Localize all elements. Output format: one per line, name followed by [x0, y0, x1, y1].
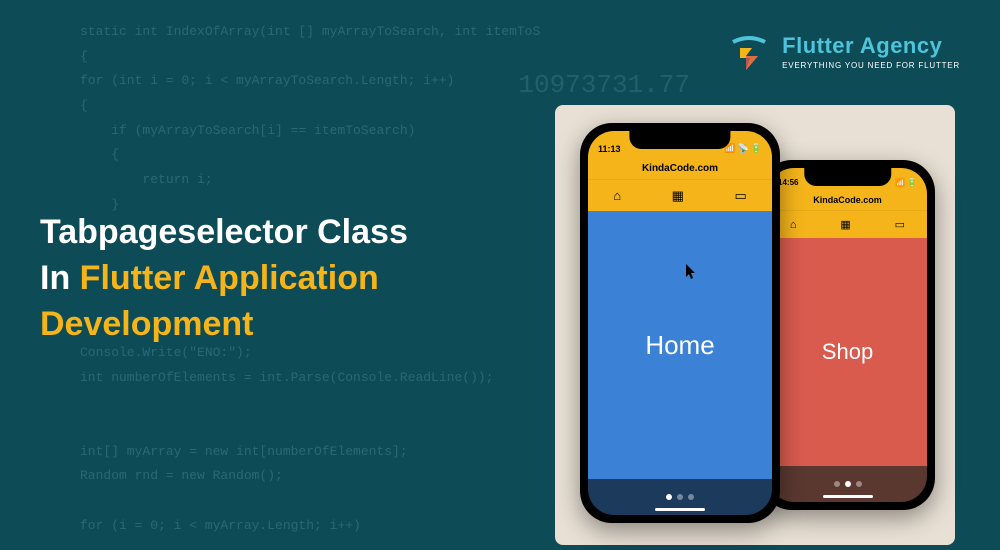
status-icons: 📶 🔋 — [895, 178, 917, 187]
headline-line-2-gold: Flutter Application — [80, 259, 379, 297]
page-dots — [834, 481, 862, 487]
page-dot[interactable] — [856, 481, 862, 487]
phone-notch — [804, 168, 891, 186]
page-dot[interactable] — [677, 494, 683, 500]
home-icon[interactable]: ⌂ — [790, 219, 797, 231]
status-time: 11:13 — [598, 144, 621, 154]
status-icons: 📶 📡 🔋 — [724, 143, 762, 154]
app-title-bar: KindaCode.com — [768, 190, 927, 210]
background-floating-number: 10973731.77 — [518, 70, 690, 100]
home-indicator — [655, 508, 705, 511]
signal-icon: 📶 — [895, 178, 905, 187]
card-icon[interactable]: ▭ — [895, 218, 905, 231]
page-dot[interactable] — [688, 494, 694, 500]
tab-content-shop: Shop — [768, 238, 927, 466]
page-indicator-bar — [588, 479, 772, 515]
page-indicator-bar — [768, 466, 927, 502]
calendar-icon[interactable]: ▦ — [672, 188, 684, 204]
page-dot[interactable] — [834, 481, 840, 487]
phone-mockup-home: 11:13 📶 📡 🔋 KindaCode.com ⌂ ▦ ▭ Home — [580, 123, 780, 523]
brand-logo: Flutter Agency EVERYTHING YOU NEED FOR F… — [728, 30, 960, 72]
tab-bar: ⌂ ▦ ▭ — [768, 210, 927, 238]
main-headline: Tabpageselector Class In Flutter Applica… — [40, 210, 408, 348]
brand-title: Flutter Agency — [782, 33, 960, 59]
home-indicator — [823, 495, 873, 498]
tab-content-home: Home — [588, 211, 772, 479]
app-title-bar: KindaCode.com — [588, 157, 772, 179]
page-dots — [666, 494, 694, 500]
battery-icon: 🔋 — [751, 143, 762, 154]
headline-line-2-white: In — [40, 259, 80, 297]
card-icon[interactable]: ▭ — [734, 188, 746, 204]
status-time: 14:56 — [778, 178, 798, 187]
cursor-icon — [686, 256, 698, 287]
battery-icon: 🔋 — [907, 178, 917, 187]
page-dot-active[interactable] — [845, 481, 851, 487]
home-icon[interactable]: ⌂ — [613, 188, 621, 203]
headline-line-3: Development — [40, 302, 408, 348]
headline-line-1: Tabpageselector Class — [40, 210, 408, 256]
wifi-icon: 📡 — [738, 143, 749, 154]
tab-bar: ⌂ ▦ ▭ — [588, 179, 772, 211]
flutter-agency-icon — [728, 30, 770, 72]
page-dot-active[interactable] — [666, 494, 672, 500]
calendar-icon[interactable]: ▦ — [840, 218, 850, 231]
phone-mockup-shop: 14:56 📶 🔋 KindaCode.com ⌂ ▦ ▭ Shop — [760, 160, 935, 510]
phone-mockups-container: 14:56 📶 🔋 KindaCode.com ⌂ ▦ ▭ Shop — [555, 105, 955, 545]
phone-notch — [629, 131, 730, 149]
brand-subtitle: EVERYTHING YOU NEED FOR FLUTTER — [782, 61, 960, 70]
